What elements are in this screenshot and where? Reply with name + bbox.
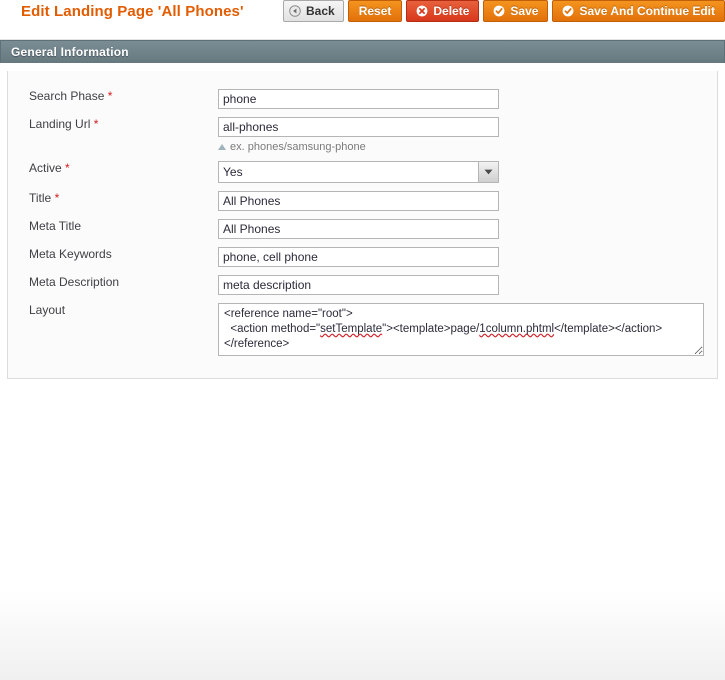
triangle-up-icon xyxy=(218,144,226,150)
search-phase-label-cell: Search Phase * xyxy=(8,85,218,113)
search-phase-input[interactable] xyxy=(218,89,499,109)
delete-button-label: Delete xyxy=(433,4,470,18)
landing-url-note-text: ex. phones/samsung-phone xyxy=(230,141,366,153)
required-marker: * xyxy=(54,191,60,205)
meta-keywords-label: Meta Keywords xyxy=(29,247,112,261)
active-label-cell: Active * xyxy=(8,157,218,187)
delete-x-icon xyxy=(416,5,428,17)
meta-title-input[interactable] xyxy=(218,219,499,239)
active-select-wrapper: Yes xyxy=(218,161,499,183)
layout-label: Layout xyxy=(29,303,66,317)
layout-value-cell: <reference name="root"> <action method="… xyxy=(218,299,717,360)
field-row-meta-title: Meta Title xyxy=(8,215,717,243)
field-row-active: Active * Yes xyxy=(8,157,717,187)
title-label-cell: Title * xyxy=(8,187,218,215)
title-value-cell xyxy=(218,187,717,215)
back-button-label: Back xyxy=(306,4,335,18)
header-button-set: Back Reset Delete Save Save And Continue… xyxy=(283,0,725,22)
panel-header: General Information xyxy=(0,40,725,63)
meta-description-label: Meta Description xyxy=(29,275,120,289)
form-list: Search Phase * Landing Url * xyxy=(8,85,717,360)
save-and-continue-button[interactable]: Save And Continue Edit xyxy=(552,0,725,22)
back-arrow-icon xyxy=(289,5,301,17)
save-button[interactable]: Save xyxy=(483,0,549,22)
page-title: Edit Landing Page 'All Phones' xyxy=(21,3,244,20)
page-bottom-fade xyxy=(0,590,725,680)
active-select[interactable]: Yes xyxy=(218,161,499,183)
required-marker: * xyxy=(65,161,70,175)
field-row-title: Title * xyxy=(8,187,717,215)
content-header: Edit Landing Page 'All Phones' Back Rese… xyxy=(0,0,725,40)
active-value-cell: Yes xyxy=(218,157,717,187)
landing-url-value-cell: ex. phones/samsung-phone xyxy=(218,113,717,157)
general-information-fieldset: Search Phase * Landing Url * xyxy=(8,71,717,378)
meta-title-value-cell xyxy=(218,215,717,243)
required-marker: * xyxy=(107,89,113,103)
reset-button-label: Reset xyxy=(358,4,392,18)
landing-url-label: Landing Url xyxy=(29,117,91,131)
field-row-search-phase: Search Phase * xyxy=(8,85,717,113)
general-information-panel: General Information Search Phase * phone… xyxy=(0,40,725,379)
reset-button[interactable]: Reset xyxy=(347,0,403,22)
field-row-landing-url: Landing Url * ex. phones/samsung-phone xyxy=(8,113,717,157)
title-label: Title xyxy=(29,191,52,205)
meta-description-label-cell: Meta Description xyxy=(8,271,218,299)
search-phase-label: Search Phase xyxy=(29,89,105,103)
layout-textarea[interactable]: <reference name="root"> <action method="… xyxy=(218,303,704,356)
save-button-label: Save xyxy=(510,4,539,18)
check-circle-icon xyxy=(493,5,505,17)
meta-keywords-value-cell xyxy=(218,243,717,271)
meta-keywords-input[interactable] xyxy=(218,247,499,267)
active-label: Active xyxy=(29,161,62,175)
layout-label-cell: Layout xyxy=(8,299,218,360)
back-button[interactable]: Back xyxy=(283,0,344,22)
field-row-layout: Layout <reference name="root"> <action m… xyxy=(8,299,717,360)
search-phase-value-cell xyxy=(218,85,717,113)
meta-description-value-cell xyxy=(218,271,717,299)
landing-url-label-cell: Landing Url * xyxy=(8,113,218,157)
delete-button[interactable]: Delete xyxy=(406,0,480,22)
required-marker: * xyxy=(93,117,99,131)
field-row-meta-keywords: Meta Keywords xyxy=(8,243,717,271)
meta-title-label-cell: Meta Title xyxy=(8,215,218,243)
landing-url-note: ex. phones/samsung-phone xyxy=(218,141,717,153)
meta-title-label: Meta Title xyxy=(29,219,82,233)
field-row-meta-description: Meta Description xyxy=(8,271,717,299)
title-input[interactable] xyxy=(218,191,499,211)
landing-url-input[interactable] xyxy=(218,117,499,137)
check-circle-icon xyxy=(562,5,574,17)
meta-description-input[interactable] xyxy=(218,275,499,295)
panel-body: Search Phase * Landing Url * xyxy=(7,71,718,379)
meta-keywords-label-cell: Meta Keywords xyxy=(8,243,218,271)
save-and-continue-button-label: Save And Continue Edit xyxy=(579,4,715,18)
panel-heading-label: General Information xyxy=(11,45,129,59)
